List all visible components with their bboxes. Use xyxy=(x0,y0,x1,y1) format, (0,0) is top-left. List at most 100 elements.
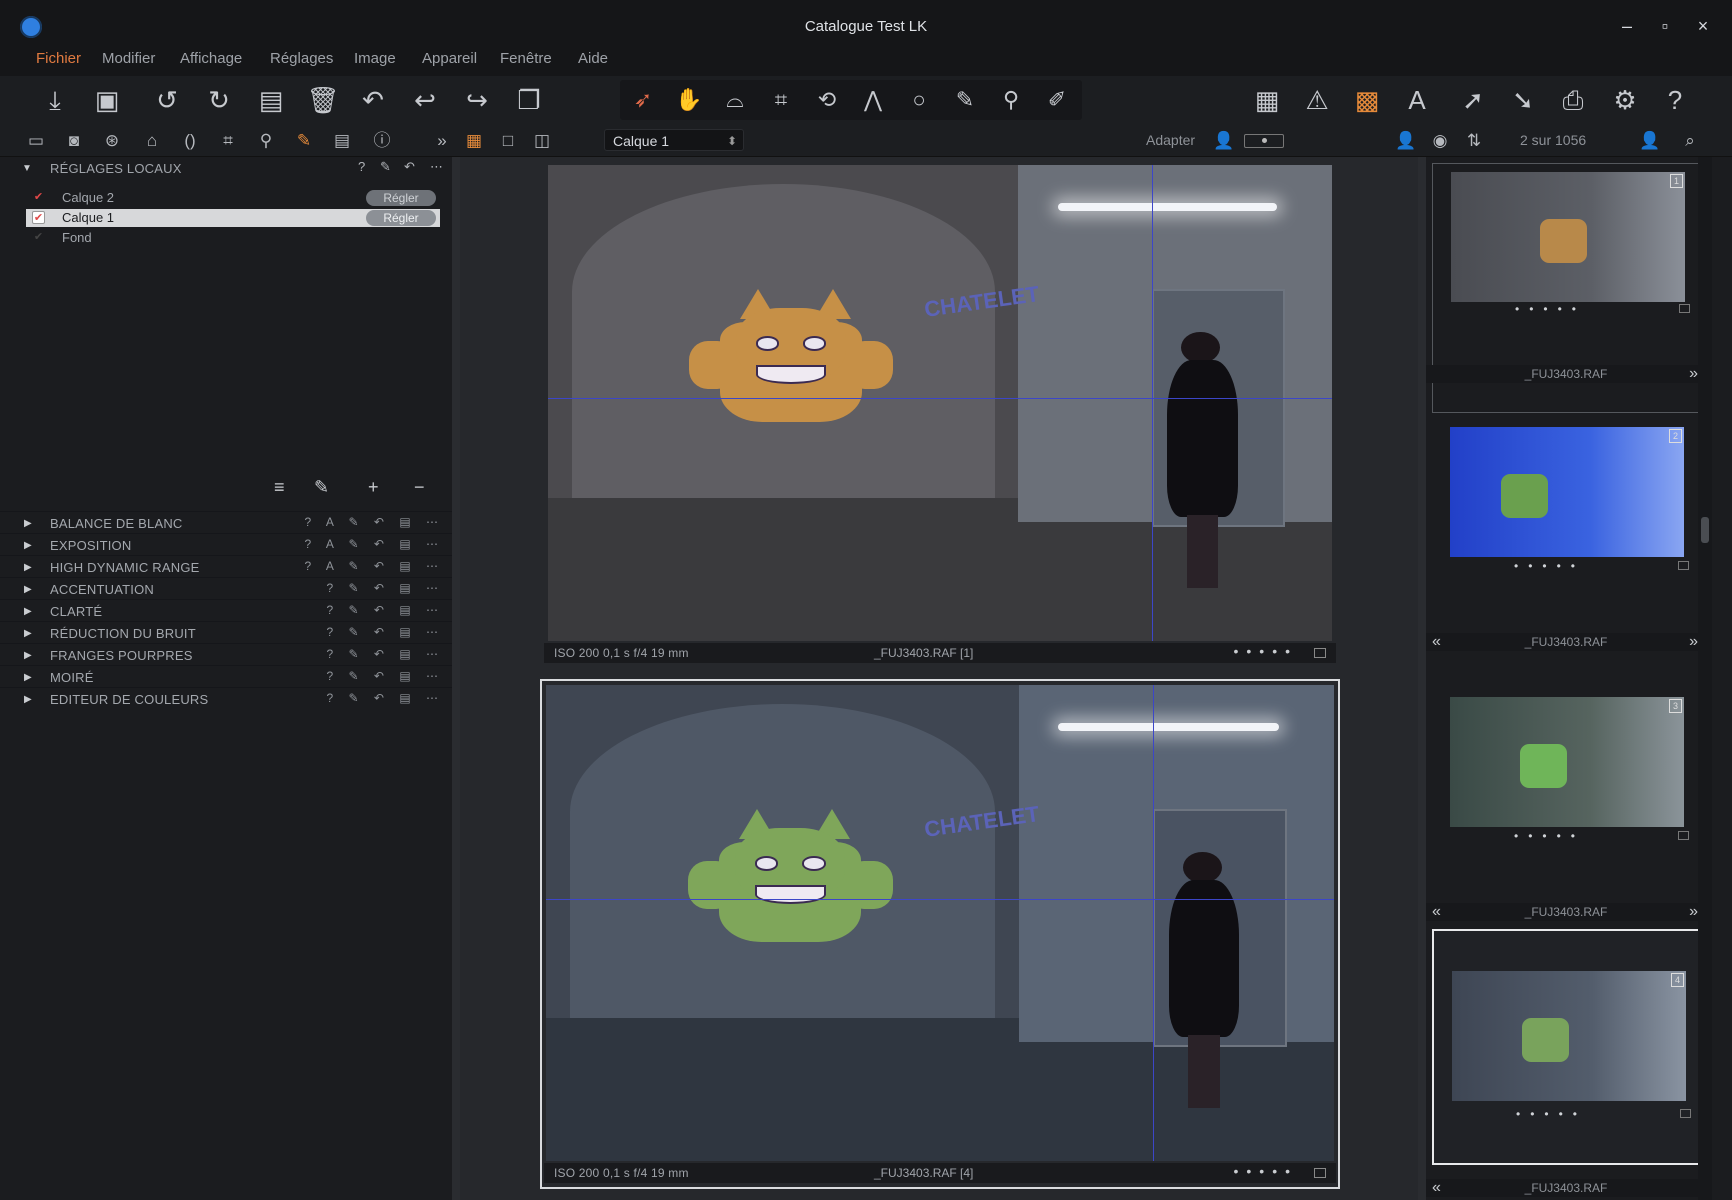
pan-tool-icon[interactable]: ✋ xyxy=(666,80,712,120)
color-tag-icon[interactable] xyxy=(1678,831,1689,840)
layer-brush-icon[interactable]: ✎ xyxy=(314,477,329,498)
search-icon[interactable]: ⌕ xyxy=(1676,128,1704,154)
picker-tool-icon[interactable]: ✐ xyxy=(1034,80,1080,120)
thumbnail-4-selected[interactable]: 4 ••••• xyxy=(1432,929,1706,1165)
photo-variant-1[interactable]: CHATELET xyxy=(548,165,1332,641)
close-button[interactable]: × xyxy=(1690,16,1716,36)
expand-triangle-icon[interactable]: ▶ xyxy=(24,518,32,529)
single-view-icon[interactable]: □ xyxy=(494,128,522,154)
print-icon[interactable]: ⎙ xyxy=(1554,80,1592,120)
guide-line-vertical[interactable] xyxy=(1152,685,1154,1161)
eye-icon[interactable]: ◉ xyxy=(1426,128,1454,154)
more-tabs-button[interactable]: » xyxy=(428,128,456,154)
adjustment-clarte[interactable]: ▶ CLARTÉ ? ✎ ↶ ▤ ⋯ xyxy=(0,599,452,622)
import-adjust-icon[interactable]: ➘ xyxy=(1504,80,1542,120)
minimize-button[interactable]: – xyxy=(1614,16,1640,36)
maximize-button[interactable]: ▫ xyxy=(1652,16,1678,36)
user-icon-2[interactable]: 👤 xyxy=(1636,128,1664,154)
layer-list-icon[interactable]: ≡ xyxy=(274,477,285,498)
menu-affichage[interactable]: Affichage xyxy=(180,50,242,67)
reset-small-icon[interactable]: ↶ xyxy=(404,159,415,175)
layer-row-calque-1[interactable]: ✔ Calque 1 Régler xyxy=(26,209,440,227)
adjustment-reduction-bruit[interactable]: ▶ RÉDUCTION DU BRUIT ? ✎ ↶ ▤ ⋯ xyxy=(0,621,452,644)
remove-layer-icon[interactable]: − xyxy=(414,477,425,498)
grid-icon[interactable]: ▩ xyxy=(1348,80,1386,120)
rating-stars[interactable]: ••••• xyxy=(1514,559,1585,573)
picker-small-icon[interactable]: ✎ xyxy=(380,159,391,175)
metadata-tab-icon[interactable]: ⓘ xyxy=(368,128,396,154)
color-tag-icon[interactable] xyxy=(1680,1109,1691,1118)
redo-icon[interactable]: ↪ xyxy=(458,80,496,120)
rotate-right-icon[interactable]: ↻ xyxy=(200,80,238,120)
adjustment-tool-icons[interactable]: ? ✎ ↶ ▤ ⋯ xyxy=(327,691,444,705)
adjustment-moire[interactable]: ▶ MOIRÉ ? ✎ ↶ ▤ ⋯ xyxy=(0,665,452,688)
rating-stars[interactable]: ••••• xyxy=(1233,643,1298,659)
rating-stars[interactable]: ••••• xyxy=(1233,1163,1298,1179)
adjustment-tool-icons[interactable]: ? ✎ ↶ ▤ ⋯ xyxy=(327,625,444,639)
proof-icon[interactable]: ▦ xyxy=(1248,80,1286,120)
details-tab-icon[interactable]: ⚲ xyxy=(252,128,280,154)
eyedropper-tool-icon[interactable]: ⚲ xyxy=(988,80,1034,120)
zoom-toggle[interactable] xyxy=(1244,134,1284,148)
guide-line-horizontal[interactable] xyxy=(548,398,1332,400)
guide-line-horizontal[interactable] xyxy=(546,899,1334,901)
output-icon[interactable]: ▤ xyxy=(252,80,290,120)
expand-triangle-icon[interactable]: ▶ xyxy=(24,628,32,639)
exposure-tab-icon[interactable]: ⌂ xyxy=(138,128,166,154)
guide-line-vertical[interactable] xyxy=(1151,165,1153,641)
color-tag-icon[interactable] xyxy=(1314,648,1326,658)
expand-triangle-icon[interactable]: ▶ xyxy=(24,672,32,683)
help-small-icon[interactable]: ? xyxy=(358,159,365,174)
menu-fichier[interactable]: Fichier xyxy=(36,50,81,67)
adjustment-balance-blanc[interactable]: ▶ BALANCE DE BLANC ? A ✎ ↶ ▤ ⋯ xyxy=(0,511,452,534)
import-icon[interactable]: ⤓ xyxy=(36,80,74,120)
layer-row-calque-2[interactable]: ✔ Calque 2 Régler xyxy=(26,189,440,207)
chevron-right-icon[interactable]: » xyxy=(1689,903,1698,921)
menu-fenetre[interactable]: Fenêtre xyxy=(500,50,552,67)
regler-button[interactable]: Régler xyxy=(366,190,436,206)
scrollbar-thumb[interactable] xyxy=(1701,517,1709,543)
regler-button[interactable]: Régler xyxy=(366,210,436,226)
camera-icon[interactable]: ▣ xyxy=(88,80,126,120)
copy-adjustments-icon[interactable]: ❐ xyxy=(510,80,548,120)
multi-view-icon[interactable]: ▦ xyxy=(460,128,488,154)
select-tool-icon[interactable]: ➶ xyxy=(620,80,666,120)
keystone-tool-icon[interactable]: ⋀ xyxy=(850,80,896,120)
expand-triangle-icon[interactable]: ▶ xyxy=(24,606,32,617)
output-tab-icon[interactable]: ▤ xyxy=(328,128,356,154)
layer-checkbox[interactable]: ✔ xyxy=(32,211,45,224)
warning-icon[interactable]: ⚠ xyxy=(1298,80,1336,120)
gear-icon[interactable]: ⚙ xyxy=(1606,80,1644,120)
layer-checkbox[interactable]: ✔ xyxy=(32,231,45,244)
lens-tab-icon[interactable]: () xyxy=(176,128,204,154)
brush-tool-icon[interactable]: ✎ xyxy=(942,80,988,120)
adjustment-tool-icons[interactable]: ? ✎ ↶ ▤ ⋯ xyxy=(327,581,444,595)
chevron-right-icon[interactable]: » xyxy=(1689,365,1698,383)
adjustment-tool-icons[interactable]: ? ✎ ↶ ▤ ⋯ xyxy=(327,669,444,683)
rating-stars[interactable]: ••••• xyxy=(1515,302,1586,316)
undo-icon[interactable]: ↩ xyxy=(406,80,444,120)
menu-reglages[interactable]: Réglages xyxy=(270,50,333,67)
user-filter-icon[interactable]: 👤 xyxy=(1392,128,1420,154)
adjustment-tool-icons[interactable]: ? ✎ ↶ ▤ ⋯ xyxy=(327,603,444,617)
spot-tool-icon[interactable]: ○ xyxy=(896,80,942,120)
local-adjust-tab-icon[interactable]: ✎ xyxy=(290,128,318,154)
sort-icon[interactable]: ⇅ xyxy=(1460,128,1488,154)
chevron-right-icon[interactable]: » xyxy=(1689,633,1698,651)
photo-variant-4[interactable]: CHATELET xyxy=(546,685,1334,1161)
rotate-tool-icon[interactable]: ⟲ xyxy=(804,80,850,120)
expand-triangle-icon[interactable]: ▶ xyxy=(24,540,32,551)
reset-icon[interactable]: ↶ xyxy=(354,80,392,120)
layer-row-fond[interactable]: ✔ Fond xyxy=(26,229,440,247)
adjustment-exposition[interactable]: ▶ EXPOSITION ? A ✎ ↶ ▤ ⋯ xyxy=(0,533,452,556)
expand-triangle-icon[interactable]: ▶ xyxy=(24,562,32,573)
capture-tab-icon[interactable]: ◙ xyxy=(60,128,88,154)
color-tag-icon[interactable] xyxy=(1678,561,1689,570)
rating-stars[interactable]: ••••• xyxy=(1516,1107,1587,1121)
filmstrip-scrollbar[interactable] xyxy=(1698,157,1712,1200)
help-icon[interactable]: ? xyxy=(1656,80,1694,120)
add-layer-icon[interactable]: + xyxy=(368,477,379,498)
rating-stars[interactable]: ••••• xyxy=(1514,829,1585,843)
export-icon[interactable]: ➚ xyxy=(1454,80,1492,120)
text-overlay-icon[interactable]: A xyxy=(1398,80,1436,120)
